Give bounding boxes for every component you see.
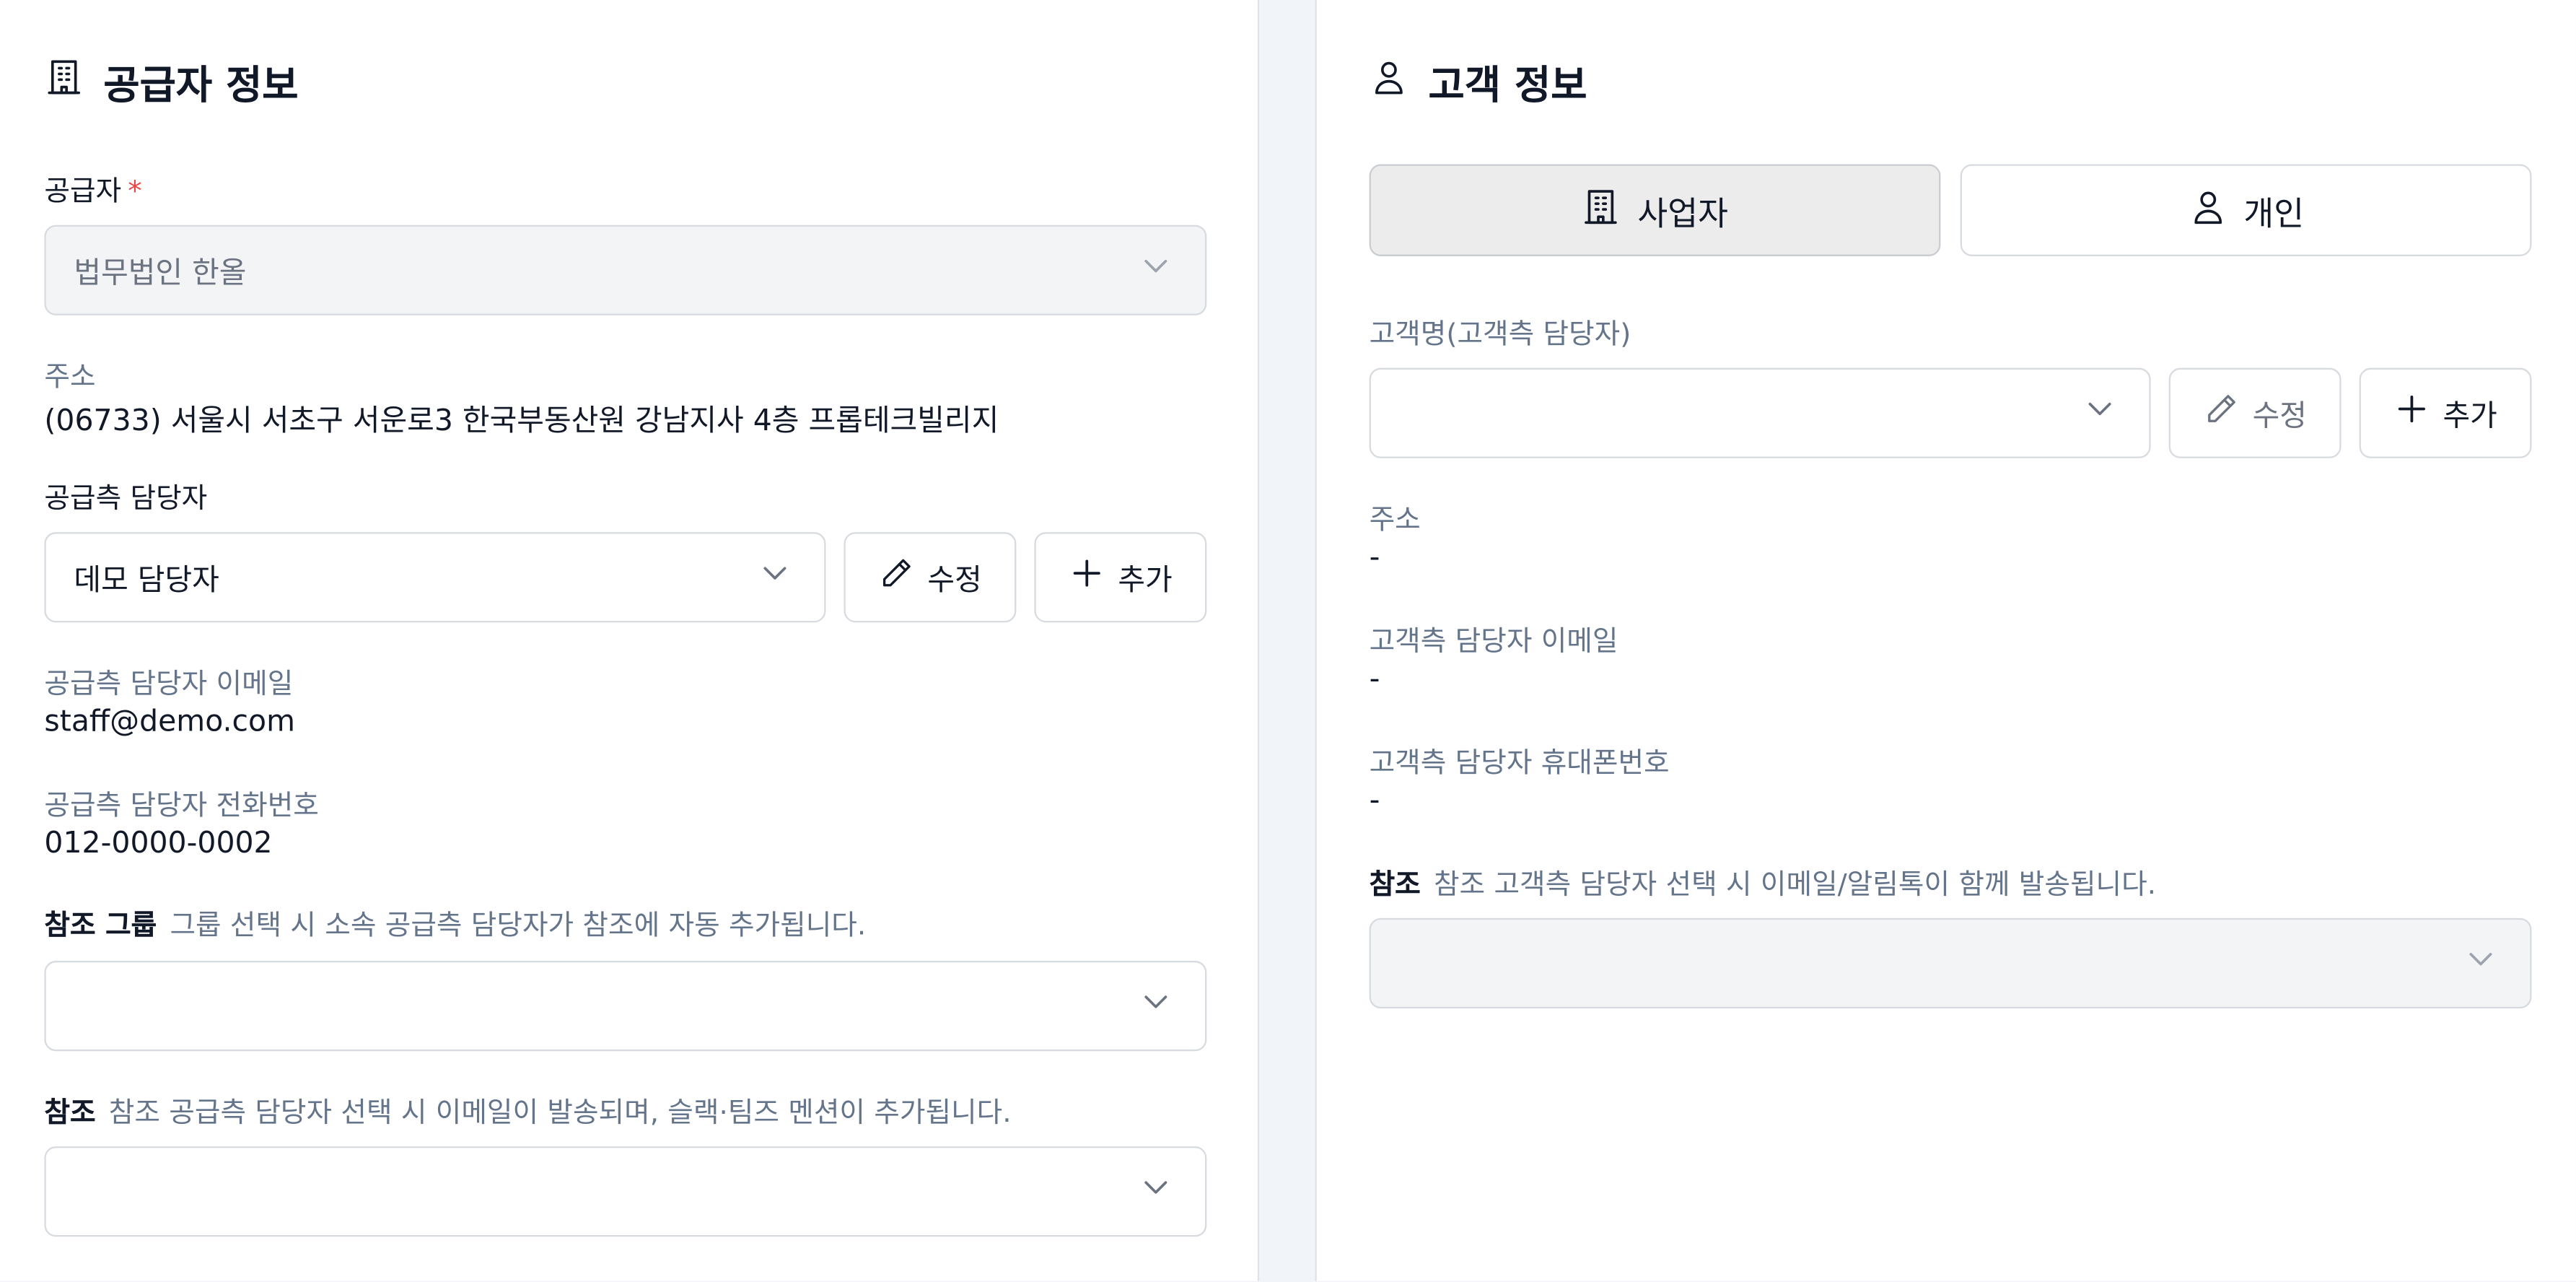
supplier-staff-edit-button[interactable]: 수정 [844,532,1017,623]
supplier-phone-value: 012-0000-0002 [44,826,273,861]
user-icon [2188,186,2227,234]
chevron-down-icon [1139,985,1173,1026]
supplier-cc-select[interactable] [44,1146,1207,1237]
supplier-label-text: 공급자 [44,175,122,209]
chevron-down-icon [2083,393,2116,434]
supplier-cc-label: 참조 [44,1096,96,1130]
customer-mobile-label: 고객측 담당자 휴대폰번호 [1369,747,1670,780]
supplier-email-label: 공급측 담당자 이메일 [44,668,294,702]
supplier-select-value: 법무법인 한올 [74,255,247,290]
business-type-label: 사업자 [1637,193,1728,232]
add-label: 추가 [1118,562,1173,598]
pencil-icon [2203,391,2239,435]
building-icon [44,56,84,105]
cc-group-label: 참조 그룹 [44,910,157,943]
customer-cc-hint: 참조 고객측 담당자 선택 시 이메일/알림톡이 함께 발송됩니다. [1433,868,2157,902]
customer-edit-button[interactable]: 수정 [2168,367,2341,458]
customer-address-value: - [1369,540,1380,575]
chevron-down-icon [1139,250,1173,291]
supplier-cc-hint: 참조 공급측 담당자 선택 시 이메일이 발송되며, 슬랙·팀즈 멘션이 추가됩… [108,1096,1012,1130]
chevron-down-icon [758,557,792,598]
customer-cc-label: 참조 [1369,868,1421,902]
supplier-email-value: staff@demo.com [44,705,296,739]
edit-label: 수정 [927,562,982,598]
supplier-cc-label-row: 참조 참조 공급측 담당자 선택 시 이메일이 발송되며, 슬랙·팀즈 멘션이 추… [44,1089,1011,1130]
supplier-staff-label: 공급측 담당자 [44,482,208,516]
supplier-staff-select[interactable]: 데모 담당자 [44,532,826,623]
customer-type-business-button[interactable]: 사업자 [1369,164,1941,256]
supplier-staff-value: 데모 담당자 [74,562,219,598]
supplier-panel: 공급자 정보 공급자 * 법무법인 한올 주소 (06733) 서울시 서초구 서… [0,0,1260,1281]
customer-email-label: 고객측 담당자 이메일 [1369,625,1618,659]
customer-mobile-value: - [1369,783,1380,819]
customer-name-select[interactable] [1369,367,2151,458]
add-label: 추가 [2443,398,2497,433]
supplier-field-label: 공급자 * [44,167,141,209]
required-mark: * [128,175,142,209]
customer-name-label: 고객명(고객측 담당자) [1369,318,1631,352]
supplier-select[interactable]: 법무법인 한올 [44,224,1207,315]
individual-type-label: 개인 [2243,193,2305,232]
supplier-section-title: 공급자 정보 [44,53,299,110]
building-icon [1582,186,1621,234]
supplier-title-text: 공급자 정보 [103,62,299,109]
customer-panel: 고객 정보 사업자 개인 고객명(고객측 담당자) 수정 추가 주소 - 고객측… [1315,0,2576,1281]
plus-icon [2393,391,2430,435]
edit-label: 수정 [2252,398,2307,433]
customer-email-value: - [1369,661,1380,697]
customer-add-button[interactable]: 추가 [2359,367,2532,458]
customer-address-label: 주소 [1369,504,1421,538]
supplier-staff-add-button[interactable]: 추가 [1034,532,1207,623]
customer-cc-label-row: 참조 참조 고객측 담당자 선택 시 이메일/알림톡이 함께 발송됩니다. [1370,860,2156,902]
form-stage: 공급자 정보 공급자 * 법무법인 한올 주소 (06733) 서울시 서초구 서… [0,0,2576,1281]
supplier-address-value: (06733) 서울시 서초구 서운로3 한국부동산원 강남지사 4층 프롭테크… [44,404,999,439]
plus-icon [1069,555,1105,599]
chevron-down-icon [1139,1171,1173,1212]
customer-cc-select[interactable] [1369,917,2532,1009]
customer-type-individual-button[interactable]: 개인 [1960,164,2532,256]
chevron-down-icon [2464,943,2497,984]
cc-group-select[interactable] [44,961,1207,1052]
customer-section-title: 고객 정보 [1370,53,1587,110]
user-icon [1370,56,1409,105]
supplier-phone-label: 공급측 담당자 전화번호 [44,790,319,823]
pencil-icon [878,555,914,599]
customer-title-text: 고객 정보 [1428,62,1587,109]
cc-group-label-row: 참조 그룹 그룹 선택 시 소속 공급측 담당자가 참조에 자동 추가됩니다. [44,902,866,943]
cc-group-hint: 그룹 선택 시 소속 공급측 담당자가 참조에 자동 추가됩니다. [170,910,867,943]
supplier-address-label: 주소 [44,361,96,395]
